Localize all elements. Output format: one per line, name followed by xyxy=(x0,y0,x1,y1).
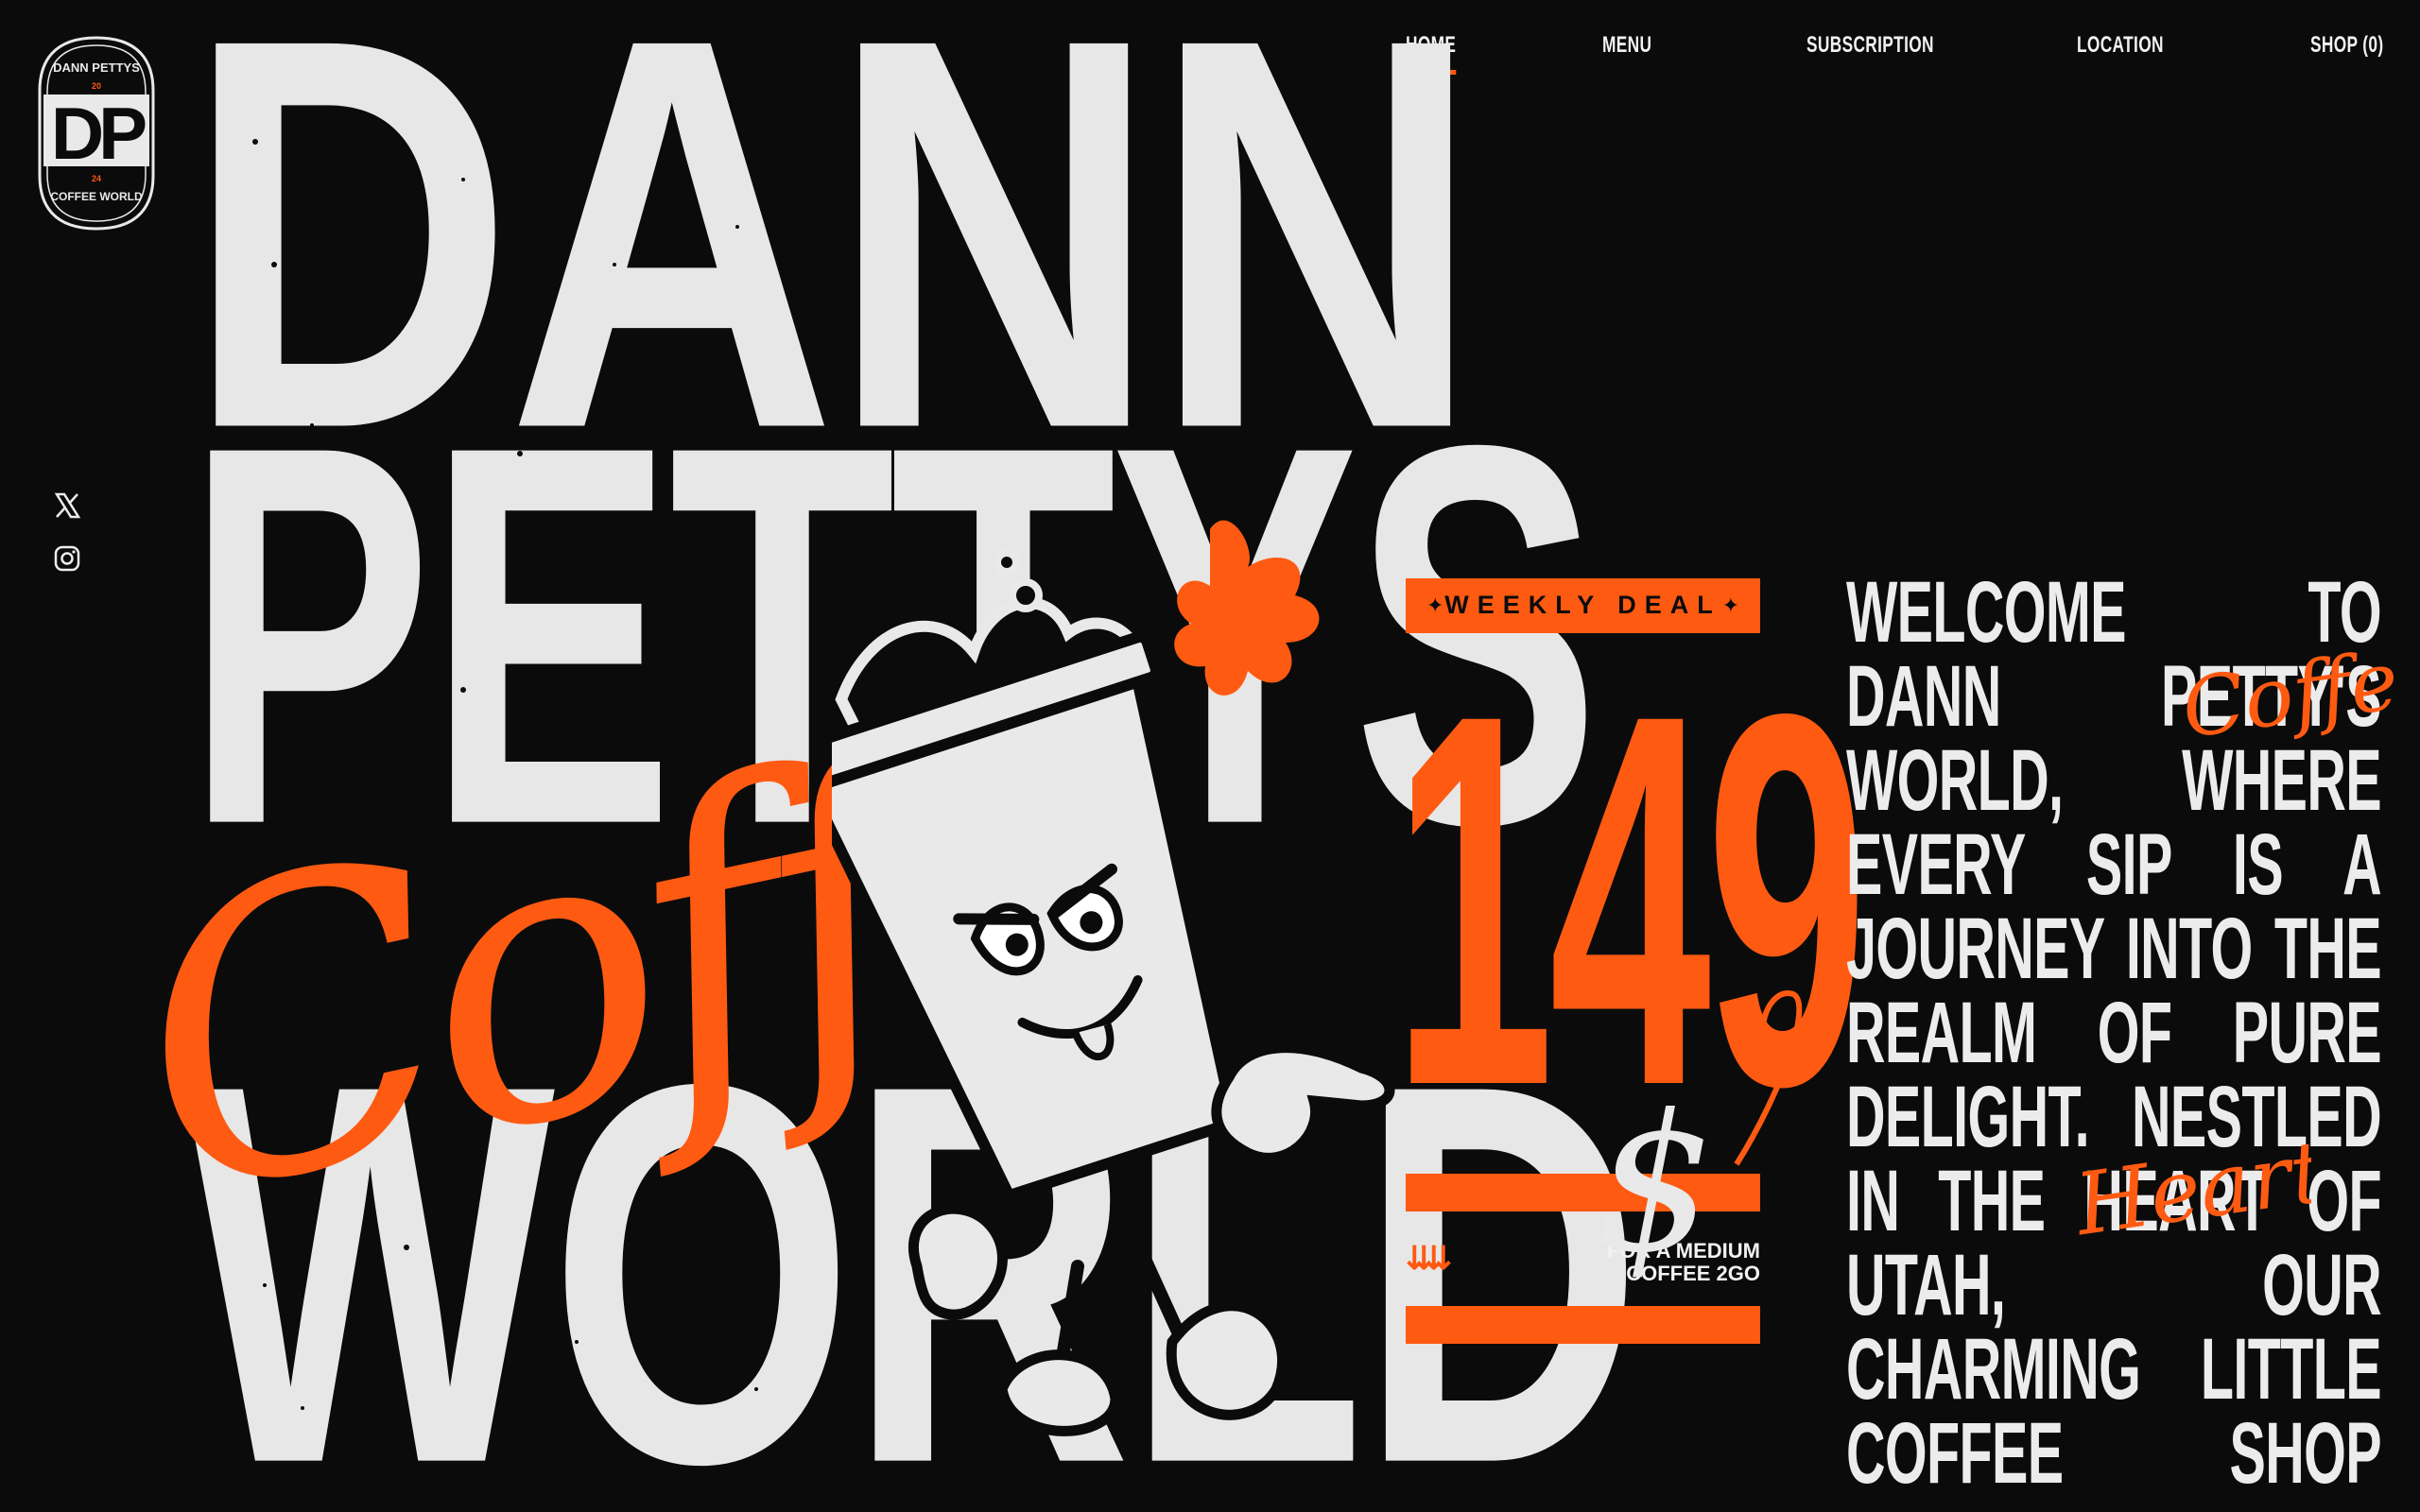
welcome-paragraph: WELCOME TO DANN PETTY'S WORLD, WHERE EVE… xyxy=(1846,564,2382,1502)
orange-flourish xyxy=(1734,990,1823,1166)
nav-shop-cart[interactable]: SHOP (0) xyxy=(2310,32,2383,59)
brand-logo[interactable]: DANN PETTYS 20 DP 24 COFFEE WORLD xyxy=(36,34,157,232)
orange-splat-icon xyxy=(1174,520,1320,696)
currency-symbol: $ xyxy=(1595,1074,1715,1295)
x-icon[interactable] xyxy=(53,491,81,520)
logo-bottom-text: COFFEE WORLD xyxy=(50,190,143,203)
nav-location[interactable]: LOCATION xyxy=(2077,32,2164,59)
logo-top-text: DANN PETTYS xyxy=(53,60,140,75)
double-arrow-down-icon: ⇊⇊ xyxy=(1406,1241,1452,1277)
nav-menu[interactable]: MENU xyxy=(1602,32,1651,59)
main-nav: HOME MENU SUBSCRIPTION LOCATION SHOP (0) xyxy=(1406,32,2384,79)
instagram-icon[interactable] xyxy=(53,544,81,573)
logo-year-top: 20 xyxy=(92,81,101,91)
nav-subscription[interactable]: SUBSCRIPTION xyxy=(1806,32,1934,59)
logo-letters: DP xyxy=(51,92,146,175)
logo-year-bottom: 24 xyxy=(92,174,101,183)
currency-script: $ xyxy=(1595,990,1823,1295)
weekly-deal-card[interactable]: ✦ WEEKLY DEAL ✦ 149 ⇊⇊ FOR A MEDIUM COFF… xyxy=(1392,578,1868,1358)
welcome-text: WELCOME TO DANN PETTY'S WORLD, WHERE EVE… xyxy=(1846,564,2382,1502)
coffee-cup-mascot-illustration xyxy=(832,520,1395,1436)
